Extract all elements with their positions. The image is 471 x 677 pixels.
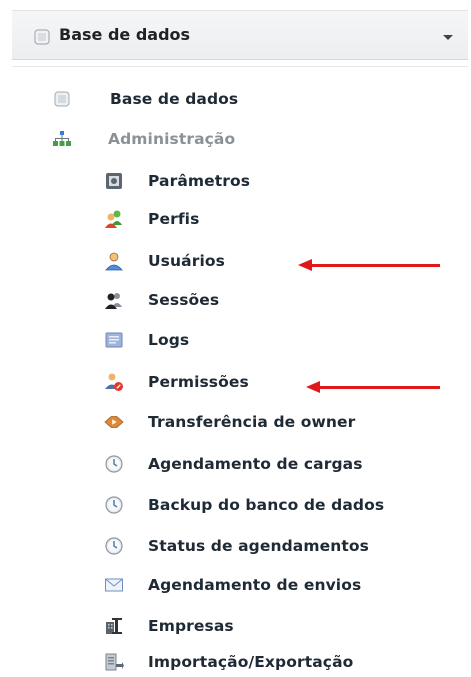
menu-item-perfis[interactable]: Perfis bbox=[104, 206, 199, 232]
menu-item-agendamento-de-envios[interactable]: Agendamento de envios bbox=[104, 572, 361, 598]
database-icon bbox=[52, 89, 72, 109]
menu-item-transferencia-de-owner[interactable]: Transferência de owner bbox=[104, 409, 355, 435]
building-icon bbox=[104, 616, 124, 636]
menu-item-label: Status de agendamentos bbox=[148, 537, 369, 555]
menu-item-agendamento-de-cargas[interactable]: Agendamento de cargas bbox=[104, 451, 363, 477]
selector-label: Base de dados bbox=[59, 25, 191, 44]
menu-item-label: Backup do banco de dados bbox=[148, 496, 385, 514]
menu-item-label: Importação/Exportação bbox=[148, 653, 354, 671]
transfer-icon bbox=[104, 412, 124, 432]
database-icon bbox=[34, 29, 50, 45]
clock-icon bbox=[104, 536, 124, 556]
menu-item-logs[interactable]: Logs bbox=[104, 327, 189, 353]
menu-item-sessoes[interactable]: Sessões bbox=[104, 287, 219, 313]
menu-item-label: Perfis bbox=[148, 210, 200, 228]
user-icon bbox=[104, 251, 124, 271]
menu-item-label: Base de dados bbox=[110, 90, 239, 108]
menu-item-empresas[interactable]: Empresas bbox=[104, 613, 234, 639]
menu-item-label: Parâmetros bbox=[148, 172, 251, 190]
divider bbox=[12, 66, 468, 67]
database-selector[interactable]: Base de dados bbox=[12, 10, 468, 60]
clock-icon bbox=[104, 454, 124, 474]
permissions-icon bbox=[104, 372, 124, 392]
menu-item-status-de-agendamentos[interactable]: Status de agendamentos bbox=[104, 533, 369, 559]
annotation-arrow-usuarios bbox=[298, 259, 440, 271]
menu-item-label: Transferência de owner bbox=[148, 413, 356, 431]
clock-icon bbox=[104, 495, 124, 515]
menu-item-permissoes[interactable]: Permissões bbox=[104, 369, 249, 395]
menu-item-backup-do-banco-de-dados[interactable]: Backup do banco de dados bbox=[104, 492, 384, 518]
parameters-icon bbox=[104, 171, 124, 191]
logs-icon bbox=[104, 330, 124, 350]
menu-group-administracao[interactable]: Administração bbox=[52, 126, 235, 152]
menu-item-label: Agendamento de envios bbox=[148, 576, 362, 594]
menu-item-label: Sessões bbox=[148, 291, 220, 309]
menu-item-base-de-dados[interactable]: Base de dados bbox=[52, 86, 238, 112]
menu-item-importacao-exportacao[interactable]: Importação/Exportação bbox=[104, 649, 353, 675]
menu-item-label: Usuários bbox=[148, 252, 225, 270]
chevron-down-icon[interactable] bbox=[443, 35, 453, 40]
menu-item-label: Logs bbox=[148, 331, 190, 349]
menu-item-parametros[interactable]: Parâmetros bbox=[104, 168, 250, 194]
menu-group-label: Administração bbox=[108, 130, 236, 148]
envelope-icon bbox=[104, 575, 124, 595]
menu-item-label: Permissões bbox=[148, 373, 249, 391]
import-export-icon bbox=[104, 652, 124, 672]
annotation-arrow-permissoes bbox=[306, 381, 440, 393]
menu-item-usuarios[interactable]: Usuários bbox=[104, 248, 225, 274]
menu-item-label: Agendamento de cargas bbox=[148, 455, 363, 473]
sessions-icon bbox=[104, 290, 124, 310]
profiles-icon bbox=[104, 209, 124, 229]
sitemap-icon bbox=[52, 129, 72, 149]
menu-item-label: Empresas bbox=[148, 617, 234, 635]
